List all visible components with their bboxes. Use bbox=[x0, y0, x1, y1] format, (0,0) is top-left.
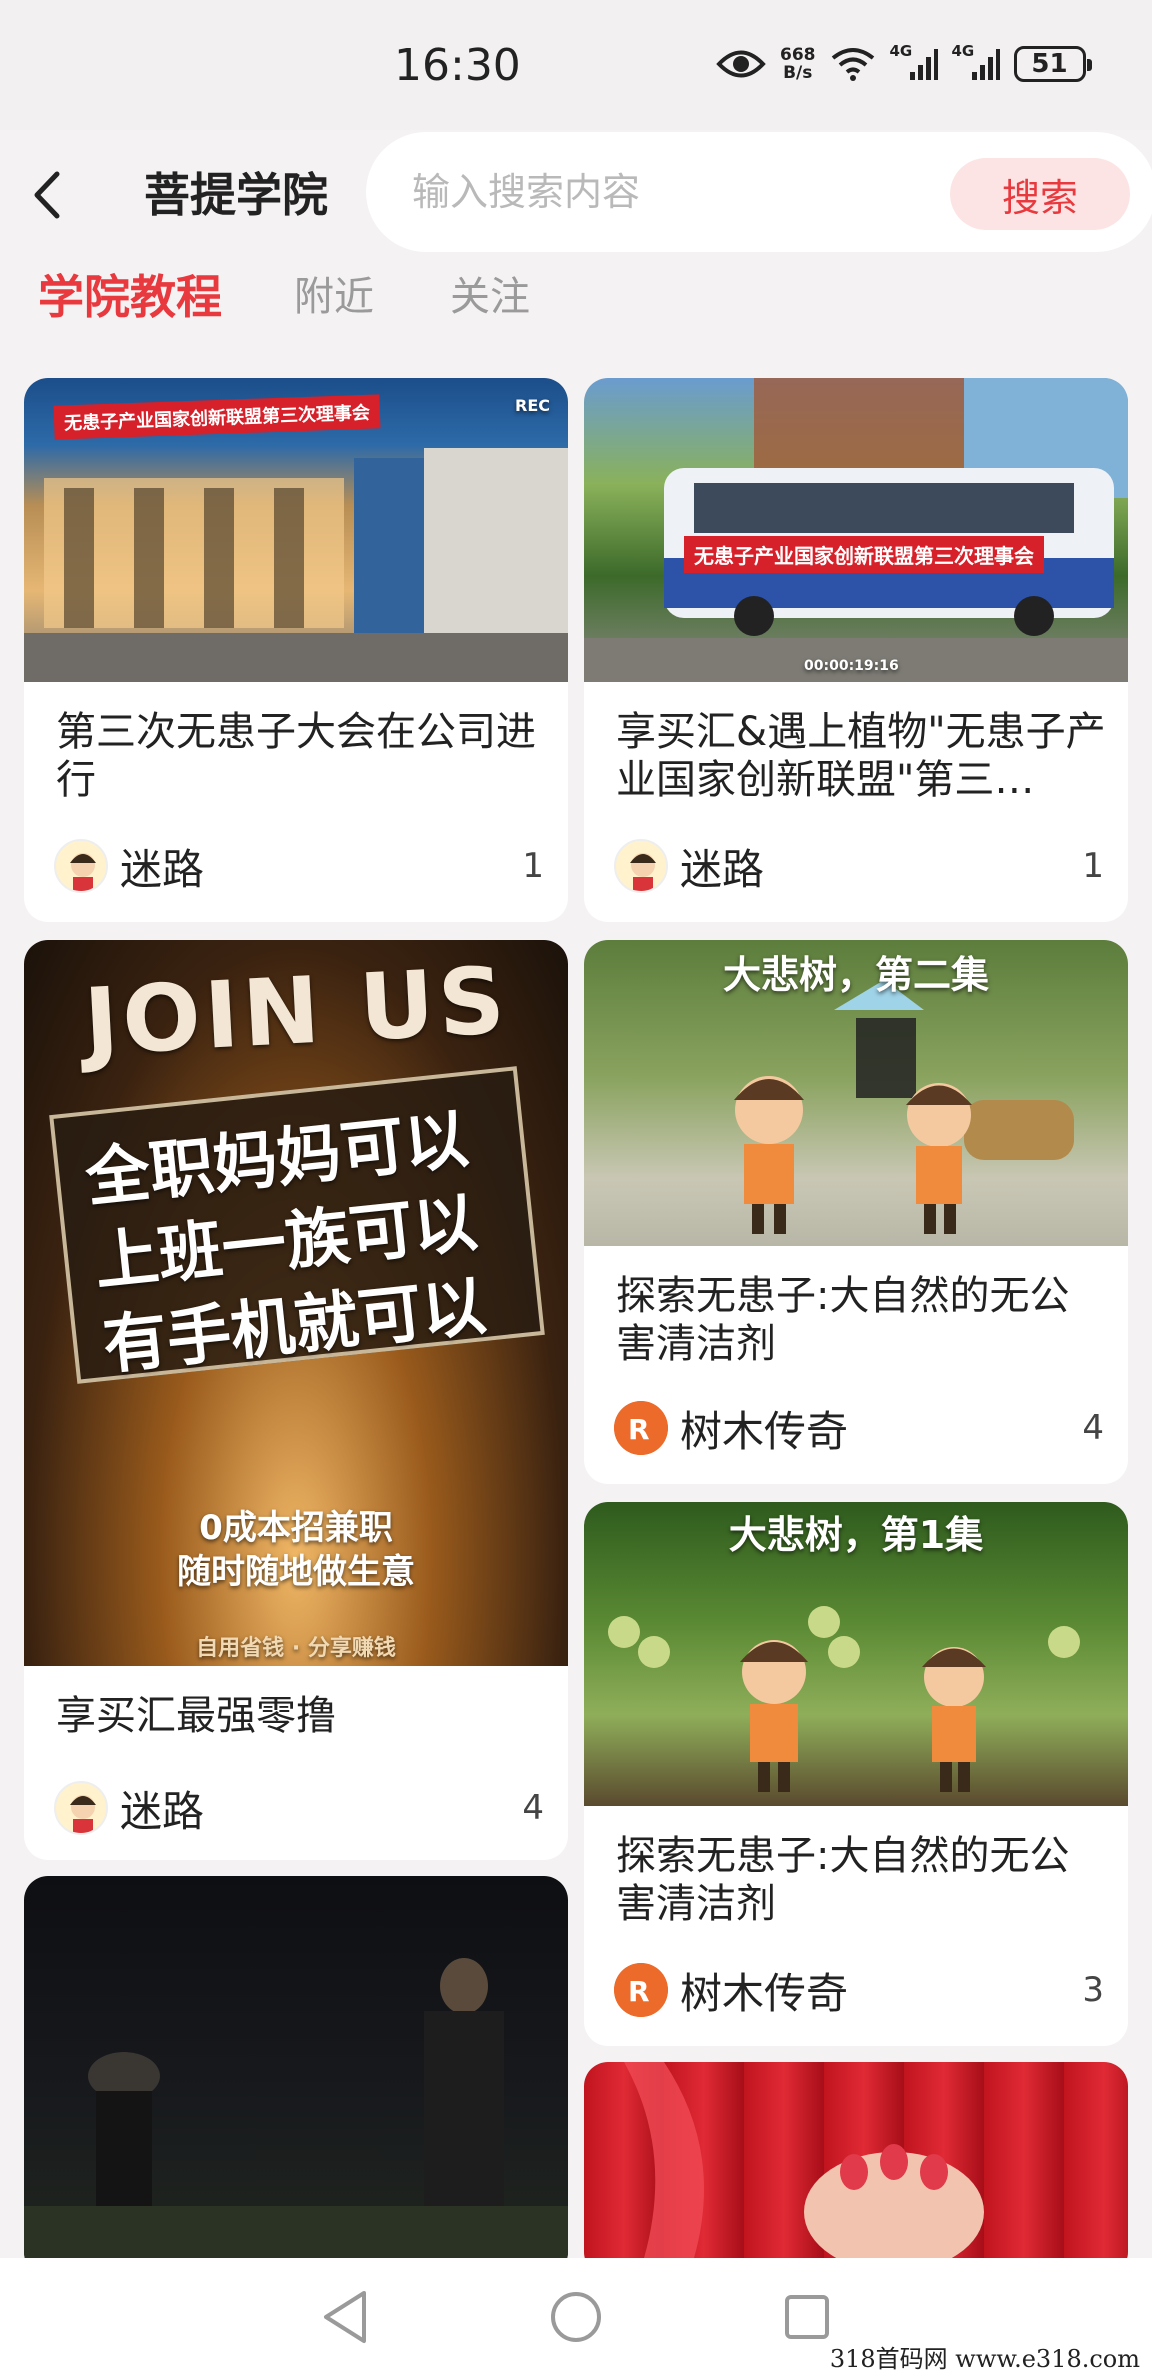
avatar bbox=[54, 1781, 108, 1835]
card-meta: 迷路 1 bbox=[54, 838, 544, 894]
like-count: 1 bbox=[522, 846, 544, 886]
thumbnail-banner: 无患子产业国家创新联盟第三次理事会 bbox=[684, 536, 1044, 573]
card-meta: R 树木传奇 3 bbox=[614, 1962, 1104, 2018]
card-title: 探索无患子:大自然的无公害清洁剂 bbox=[616, 1273, 1070, 1367]
card-thumbnail: 无患子产业国家创新联盟第三次理事会 00:00:19:16 bbox=[584, 378, 1128, 682]
card-thumbnail bbox=[584, 2062, 1128, 2258]
thumbnail-subtext: 随时随地做生意 bbox=[177, 1552, 415, 1592]
nav-home-icon bbox=[550, 2292, 601, 2342]
signal-icon: 4G bbox=[890, 42, 938, 82]
tab-academy-tutorials[interactable]: 学院教程 bbox=[38, 262, 222, 332]
status-bar: 16:30 668 B/s 4G 4G 51 bbox=[0, 0, 1152, 130]
category-tabs: 学院教程 附近 关注 bbox=[0, 262, 1152, 332]
wifi-icon bbox=[830, 46, 876, 82]
signal-label: 4G bbox=[951, 42, 975, 60]
avatar bbox=[54, 839, 108, 893]
author-name[interactable]: 树木传奇 bbox=[680, 1398, 1082, 1459]
page-title: 菩提学院 bbox=[144, 168, 328, 222]
thumbnail-overlay: REC bbox=[515, 396, 550, 415]
thumbnail-subtext: 0成本招兼职 bbox=[199, 1508, 393, 1548]
card-thumbnail: JOIN US 全职妈妈可以 上班一族可以 有手机就可以 0成本招兼职 随时随地… bbox=[24, 940, 568, 1666]
card-thumbnail: 大悲树，第1集 bbox=[584, 1502, 1128, 1806]
author-name[interactable]: 迷路 bbox=[120, 1778, 522, 1839]
eye-icon bbox=[716, 47, 766, 81]
card-title: 探索无患子:大自然的无公害清洁剂 bbox=[616, 1833, 1070, 1927]
feed-card[interactable]: 大悲树，第二集 探索无患子:大自然的无公害清洁剂 R 树木传奇 4 bbox=[584, 940, 1128, 1484]
thumbnail-headline: JOIN US bbox=[81, 946, 512, 1077]
bus-graphic bbox=[584, 378, 1128, 682]
nav-recents-icon bbox=[784, 2295, 829, 2339]
status-time: 16:30 bbox=[394, 40, 521, 91]
card-thumbnail: 无患子产业国家创新联盟第三次理事会 REC bbox=[24, 378, 568, 682]
nav-back-icon bbox=[324, 2291, 367, 2343]
thumbnail-banner: 无患子产业国家创新联盟第三次理事会 bbox=[53, 394, 381, 440]
building-graphic bbox=[24, 448, 568, 682]
card-thumbnail: 大悲树，第二集 bbox=[584, 940, 1128, 1246]
feed-card[interactable]: 无患子产业国家创新联盟第三次理事会 00:00:19:16 享买汇&遇上植物"无… bbox=[584, 378, 1128, 922]
signal-label: 4G bbox=[889, 42, 913, 60]
card-title: 享买汇最强零撸 bbox=[56, 1693, 336, 1739]
back-arrow-icon bbox=[34, 171, 60, 219]
search-box: 搜索 bbox=[366, 132, 1152, 252]
like-count: 1 bbox=[1082, 846, 1104, 886]
thumbnail-overlay: 大悲树，第1集 bbox=[728, 1513, 984, 1557]
card-meta: R 树木传奇 4 bbox=[614, 1400, 1104, 1456]
nav-back-button[interactable] bbox=[305, 2277, 385, 2357]
curtain-hand-graphic bbox=[624, 2062, 984, 2258]
status-icons: 668 B/s 4G 4G 51 bbox=[716, 40, 1092, 88]
like-count: 4 bbox=[1082, 1408, 1104, 1448]
card-thumbnail bbox=[24, 1876, 568, 2266]
svg-text:R: R bbox=[628, 1413, 650, 1446]
tab-nearby[interactable]: 附近 bbox=[294, 262, 374, 332]
card-meta: 迷路 1 bbox=[614, 838, 1104, 894]
author-name[interactable]: 树木传奇 bbox=[680, 1960, 1082, 2021]
svg-text:R: R bbox=[628, 1975, 650, 2008]
card-title: 享买汇&遇上植物"无患子产业国家创新联盟"第三… bbox=[616, 709, 1106, 803]
thumbnail-subtext: 自用省钱 · 分享赚钱 bbox=[196, 1636, 396, 1661]
nav-home-button[interactable] bbox=[536, 2277, 616, 2357]
feed-card[interactable]: 无患子产业国家创新联盟第三次理事会 REC 第三次无患子大会在公司进行 迷路 1 bbox=[24, 378, 568, 922]
tab-following[interactable]: 关注 bbox=[450, 262, 530, 332]
author-name[interactable]: 迷路 bbox=[680, 836, 1082, 897]
header: 菩提学院 搜索 bbox=[0, 130, 1152, 254]
signal-icon: 4G bbox=[952, 42, 1000, 82]
author-name[interactable]: 迷路 bbox=[120, 836, 522, 897]
avatar: R bbox=[614, 1963, 668, 2017]
feed-card[interactable]: JOIN US 全职妈妈可以 上班一族可以 有手机就可以 0成本招兼职 随时随地… bbox=[24, 940, 568, 1860]
network-speed-unit: B/s bbox=[783, 63, 813, 83]
slogan-panel: 全职妈妈可以 上班一族可以 有手机就可以 bbox=[49, 1066, 545, 1384]
card-title: 第三次无患子大会在公司进行 bbox=[56, 709, 536, 803]
app-screen: 16:30 668 B/s 4G 4G 51 菩提学院 输入搜索内容 搜索 学院… bbox=[0, 0, 1152, 2376]
like-count: 3 bbox=[1082, 1970, 1104, 2010]
avatar bbox=[614, 839, 668, 893]
watermark: 318首码网 www.e318.com bbox=[829, 2345, 1140, 2373]
night-scene-graphic bbox=[24, 1958, 568, 2266]
avatar: R bbox=[614, 1401, 668, 1455]
thumbnail-overlay: 大悲树，第二集 bbox=[722, 953, 989, 997]
thumbnail-overlay: 00:00:19:16 bbox=[804, 658, 899, 674]
back-button[interactable] bbox=[16, 160, 76, 230]
battery-icon: 51 bbox=[1013, 46, 1092, 82]
like-count: 4 bbox=[522, 1788, 544, 1828]
feed-card[interactable]: 大悲树，第1集 探索无患子:大自然的无公害清洁剂 R 树木传奇 3 bbox=[584, 1502, 1128, 2046]
feed-card[interactable] bbox=[584, 2062, 1128, 2276]
search-button[interactable]: 搜索 bbox=[950, 158, 1130, 230]
network-speed-value: 668 bbox=[780, 45, 816, 65]
feed-card[interactable] bbox=[24, 1876, 568, 2276]
card-meta: 迷路 4 bbox=[54, 1780, 544, 1836]
search-input[interactable] bbox=[412, 162, 892, 222]
network-speed: 668 B/s bbox=[780, 46, 816, 82]
